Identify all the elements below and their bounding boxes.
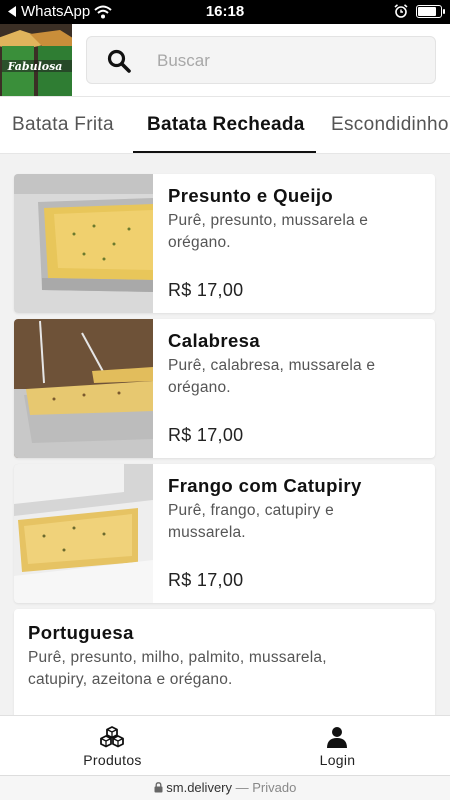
product-description: Purê, calabresa, mussarela e orégano. <box>168 355 427 399</box>
status-time: 16:18 <box>205 3 245 20</box>
description-line: Purê, frango, catupiry e <box>168 502 334 519</box>
product-description: Purê, presunto, mussarela e orégano. <box>168 210 427 254</box>
product-description: Purê, presunto, milho, palmito, mussarel… <box>28 647 427 691</box>
nav-login-label: Login <box>319 752 356 768</box>
category-tabs: Batata Frita Batata Recheada Escondidinh… <box>0 96 450 154</box>
product-price: R$ 17,00 <box>168 280 244 300</box>
product-card[interactable]: Frango com Catupiry Purê, frango, catupi… <box>14 464 435 603</box>
description-line: orégano. <box>168 379 231 396</box>
store-logo-image: Fabulosa <box>0 24 72 96</box>
description-line: Purê, presunto, mussarela e <box>168 212 369 229</box>
description-line: mussarela. <box>168 524 246 541</box>
search-box[interactable] <box>86 36 436 84</box>
logo-text: Fabulosa <box>7 60 63 73</box>
product-title: Calabresa <box>168 330 261 351</box>
tab-batata-recheada[interactable]: Batata Recheada <box>147 97 305 153</box>
tab-escondidinho[interactable]: Escondidinho <box>331 97 449 153</box>
product-card[interactable]: Calabresa Purê, calabresa, mussarela e o… <box>14 319 435 458</box>
product-title: Portuguesa <box>28 622 134 643</box>
description-line: Purê, presunto, milho, palmito, mussarel… <box>28 649 327 666</box>
search-icon <box>107 49 131 73</box>
product-image <box>14 174 153 313</box>
description-line: orégano. <box>168 234 231 251</box>
status-bar: WhatsApp 16:18 <box>0 0 450 24</box>
active-tab-indicator <box>133 151 316 153</box>
search-input[interactable] <box>157 49 417 73</box>
header: Fabulosa <box>0 24 450 96</box>
nav-produtos-label: Produtos <box>83 752 142 768</box>
user-icon <box>327 727 347 748</box>
url-separator: — <box>235 780 249 795</box>
product-image <box>14 464 153 603</box>
lock-icon <box>154 782 163 793</box>
alarm-clock-icon <box>394 4 408 18</box>
private-mode-label: Privado <box>252 780 297 795</box>
nav-produtos[interactable]: Produtos <box>0 716 225 776</box>
browser-url-bar[interactable]: sm.delivery — Privado <box>0 775 450 800</box>
product-list[interactable]: Presunto e Queijo Purê, presunto, mussar… <box>0 154 450 715</box>
tab-batata-frita[interactable]: Batata Frita <box>12 97 114 153</box>
description-line: catupiry, azeitona e orégano. <box>28 671 233 688</box>
product-title: Frango com Catupiry <box>168 475 362 496</box>
description-line: Purê, calabresa, mussarela e <box>168 357 376 374</box>
nav-login[interactable]: Login <box>225 716 450 776</box>
product-image <box>14 319 153 458</box>
product-title: Presunto e Queijo <box>168 185 334 206</box>
product-price: R$ 17,00 <box>168 425 244 445</box>
product-card[interactable]: Presunto e Queijo Purê, presunto, mussar… <box>14 174 435 313</box>
store-logo[interactable]: Fabulosa <box>0 24 72 96</box>
url-domain: sm.delivery <box>166 780 233 795</box>
product-description: Purê, frango, catupiry e mussarela. <box>168 500 427 544</box>
cubes-icon <box>100 726 124 748</box>
product-card[interactable]: Portuguesa Purê, presunto, milho, palmit… <box>14 609 435 715</box>
bottom-navigation: Produtos Login <box>0 715 450 775</box>
battery-icon <box>416 4 445 18</box>
product-price: R$ 17,00 <box>168 570 244 590</box>
